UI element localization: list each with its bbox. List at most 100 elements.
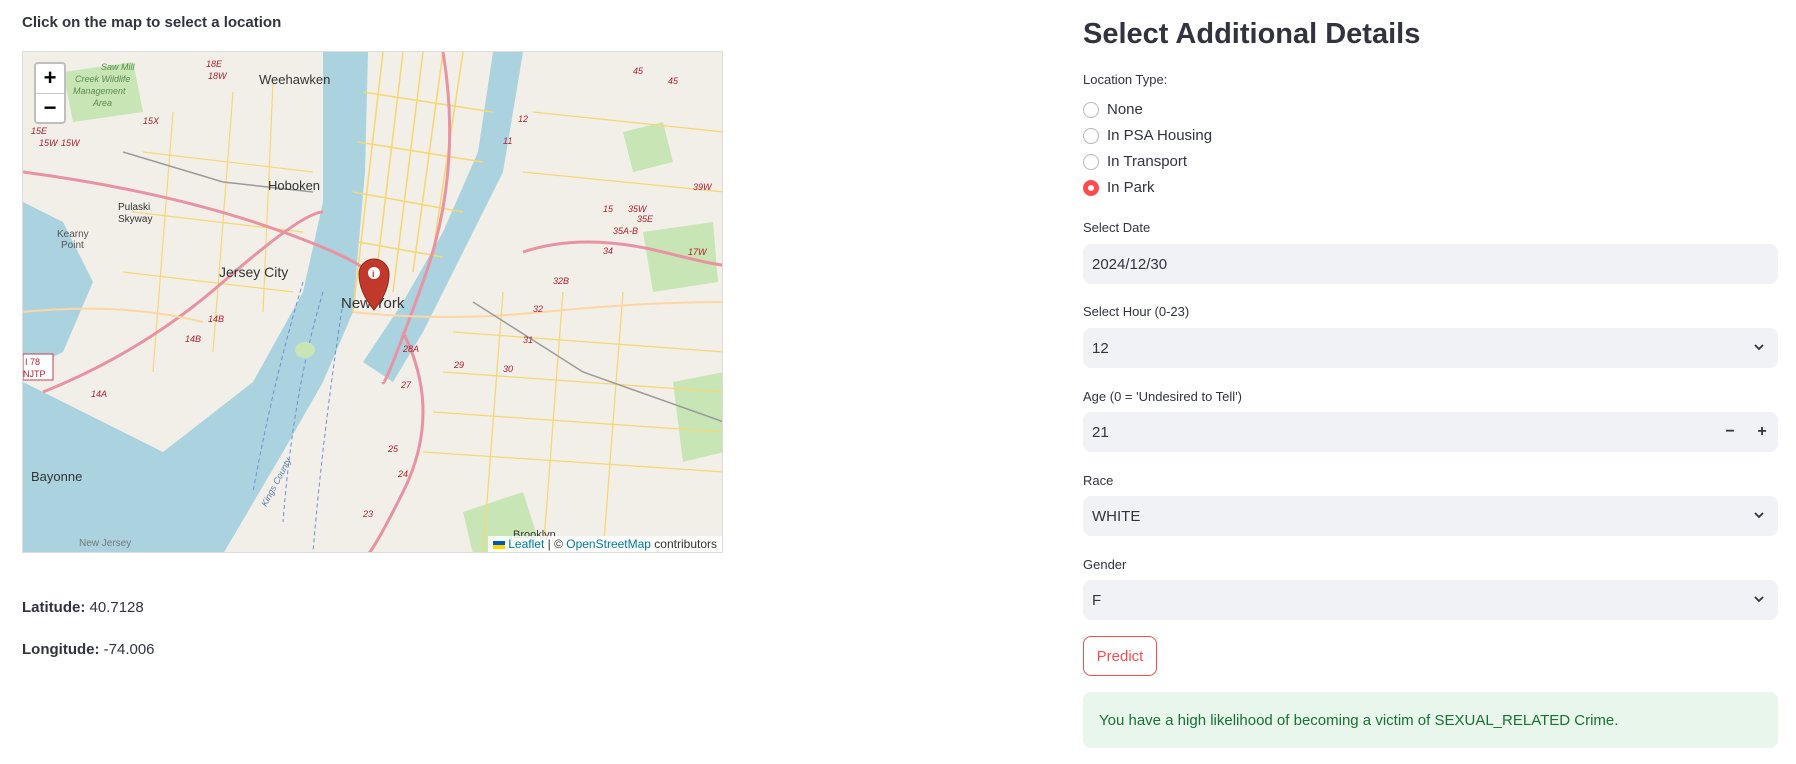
svg-text:25: 25: [387, 444, 399, 454]
chevron-down-icon: [1754, 596, 1764, 603]
zoom-in-button[interactable]: +: [36, 64, 64, 93]
svg-text:35W: 35W: [628, 204, 648, 214]
map-tiles[interactable]: Weehawken Hoboken Jersey City New York B…: [23, 52, 723, 553]
date-value: 2024/12/30: [1092, 255, 1168, 273]
place-label: Saw Mill: [101, 62, 136, 72]
place-label: Kearny: [57, 229, 89, 240]
svg-text:45: 45: [668, 76, 679, 86]
map-caption: Click on the map to select a location: [22, 14, 282, 31]
radio-button[interactable]: [1083, 101, 1099, 118]
prediction-result-alert: You have a high likelihood of becoming a…: [1083, 692, 1778, 748]
chevron-down-icon: [1754, 512, 1764, 519]
svg-text:14B: 14B: [208, 314, 224, 324]
zoom-out-button[interactable]: −: [36, 93, 64, 122]
leaflet-link[interactable]: Leaflet: [508, 537, 544, 551]
svg-text:24: 24: [397, 469, 408, 479]
latitude-value: 40.7128: [85, 599, 144, 616]
longitude-label: Longitude:: [22, 641, 100, 658]
age-decrement-button[interactable]: −: [1714, 412, 1746, 452]
date-label: Select Date: [1083, 220, 1151, 235]
longitude-value: -74.006: [99, 641, 155, 658]
place-label: Point: [61, 240, 84, 251]
svg-text:28A: 28A: [402, 344, 419, 354]
svg-text:15W: 15W: [61, 138, 81, 148]
hour-select[interactable]: 12: [1083, 328, 1778, 368]
svg-text:34: 34: [603, 246, 613, 256]
age-increment-button[interactable]: +: [1746, 412, 1778, 452]
form-title: Select Additional Details: [1083, 18, 1421, 50]
svg-text:15X: 15X: [143, 116, 160, 126]
place-label: Area: [92, 98, 112, 108]
place-label: Creek Wildlife: [75, 74, 130, 84]
latitude-label: Latitude:: [22, 599, 86, 616]
race-value: WHITE: [1092, 507, 1141, 525]
place-label: Weehawken: [259, 72, 330, 87]
openstreetmap-link[interactable]: OpenStreetMap: [566, 537, 651, 551]
svg-text:30: 30: [503, 364, 513, 374]
longitude-readout: Longitude: -74.006: [22, 641, 155, 658]
predict-button[interactable]: Predict: [1083, 636, 1157, 676]
date-input[interactable]: 2024/12/30: [1083, 244, 1778, 284]
radio-option-label: In Park: [1107, 179, 1155, 196]
svg-text:35E: 35E: [637, 214, 654, 224]
svg-text:NJTP: NJTP: [23, 369, 46, 379]
svg-text:15: 15: [603, 204, 614, 214]
svg-text:31: 31: [523, 335, 533, 345]
place-label: Jersey City: [219, 264, 288, 280]
svg-text:I 78: I 78: [25, 357, 40, 367]
race-label: Race: [1083, 473, 1114, 488]
svg-text:29: 29: [453, 360, 464, 370]
place-label: Skyway: [118, 214, 152, 225]
place-label: Pulaski: [118, 202, 150, 213]
place-label: Bayonne: [31, 469, 82, 484]
radio-option-psa-housing[interactable]: In PSA Housing: [1083, 127, 1212, 144]
place-label: New Jersey: [79, 538, 131, 549]
attribution-separator: | ©: [544, 537, 567, 551]
svg-text:14A: 14A: [91, 389, 107, 399]
map-attribution: Leaflet | © OpenStreetMap contributors: [488, 536, 722, 552]
location-type-label: Location Type:: [1083, 72, 1168, 87]
radio-option-label: In Transport: [1107, 153, 1188, 170]
place-label: Hoboken: [268, 178, 320, 193]
gender-label: Gender: [1083, 557, 1127, 572]
svg-text:14B: 14B: [185, 334, 201, 344]
svg-text:27: 27: [400, 380, 412, 390]
svg-text:17W: 17W: [688, 247, 708, 257]
ukraine-flag-icon: [493, 540, 506, 549]
prediction-result-text: You have a high likelihood of becoming a…: [1099, 711, 1619, 729]
age-value: 21: [1092, 423, 1109, 441]
hour-label: Select Hour (0-23): [1083, 304, 1190, 319]
radio-option-park[interactable]: In Park: [1083, 179, 1155, 196]
gender-value: F: [1092, 591, 1102, 609]
radio-option-none[interactable]: None: [1083, 101, 1143, 118]
radio-option-transport[interactable]: In Transport: [1083, 153, 1187, 170]
svg-text:35A-B: 35A-B: [613, 226, 638, 236]
marker-info-icon: i: [372, 269, 375, 279]
svg-text:32B: 32B: [553, 276, 569, 286]
svg-text:45: 45: [633, 66, 644, 76]
latitude-readout: Latitude: 40.7128: [22, 599, 144, 616]
zoom-control: + −: [34, 62, 66, 124]
svg-text:15E: 15E: [31, 126, 48, 136]
age-label: Age (0 = 'Undesired to Tell'): [1083, 389, 1243, 404]
svg-text:18W: 18W: [208, 71, 228, 81]
radio-button[interactable]: [1083, 127, 1099, 144]
radio-button[interactable]: [1083, 153, 1099, 170]
race-select[interactable]: WHITE: [1083, 496, 1778, 536]
svg-text:18E: 18E: [206, 59, 223, 69]
radio-button-selected[interactable]: [1083, 179, 1099, 196]
svg-text:15W: 15W: [39, 138, 59, 148]
place-label: Management: [73, 86, 126, 96]
svg-text:11: 11: [503, 136, 512, 146]
radio-option-label: In PSA Housing: [1107, 127, 1213, 144]
age-number-input[interactable]: 21 − +: [1083, 412, 1778, 452]
gender-select[interactable]: F: [1083, 580, 1778, 620]
radio-option-label: None: [1107, 101, 1143, 118]
svg-text:32: 32: [533, 304, 543, 314]
hour-value: 12: [1092, 339, 1109, 357]
svg-text:12: 12: [518, 114, 528, 124]
leaflet-map[interactable]: Weehawken Hoboken Jersey City New York B…: [22, 51, 723, 553]
svg-text:39W: 39W: [693, 182, 713, 192]
attribution-suffix: contributors: [650, 537, 717, 551]
chevron-down-icon: [1754, 344, 1764, 351]
